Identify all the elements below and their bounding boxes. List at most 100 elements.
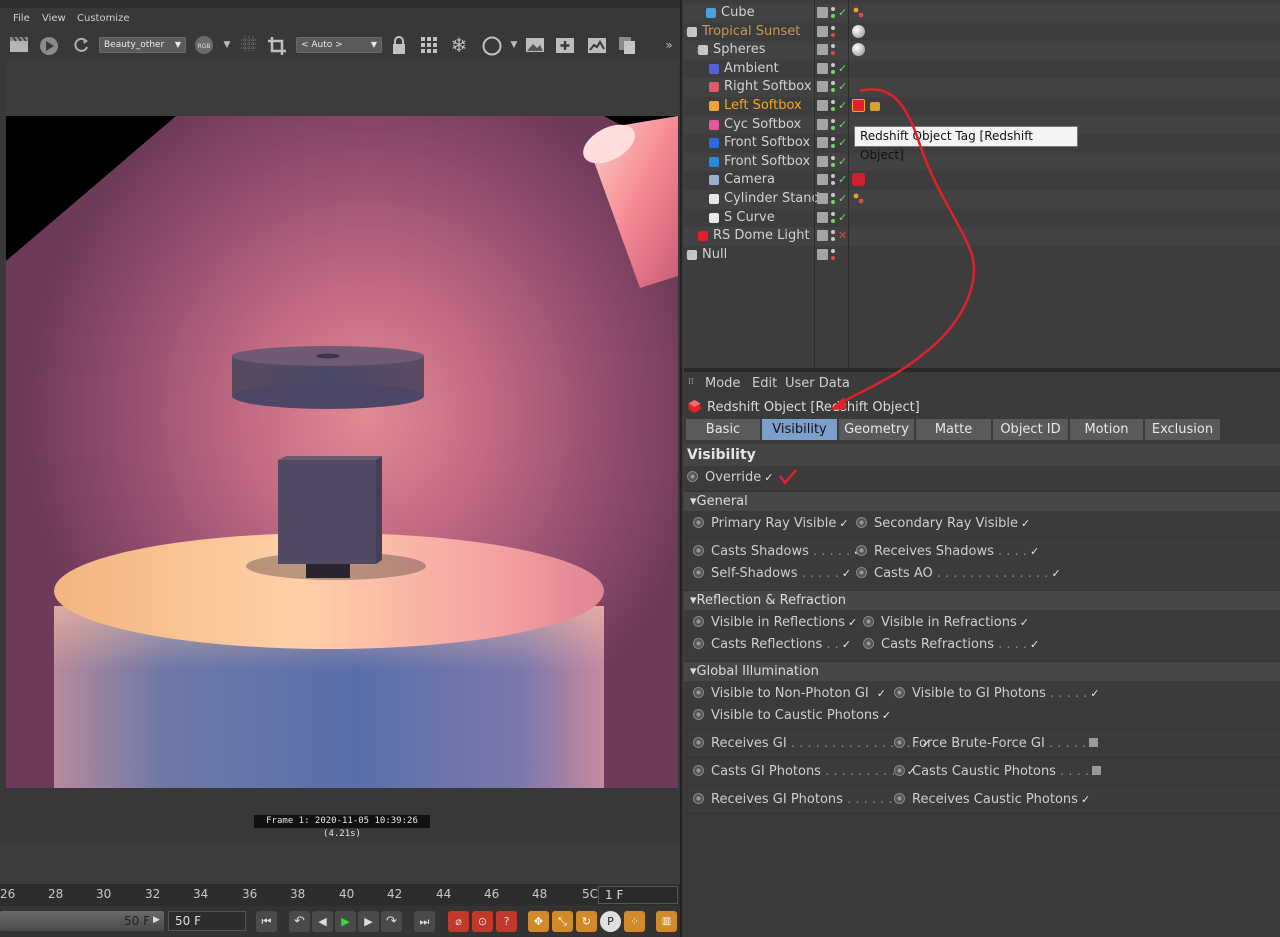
animate-radio-icon[interactable] (856, 545, 867, 556)
visible-refractions-checkbox[interactable]: ✓ (1020, 616, 1029, 629)
refresh-icon[interactable] (70, 35, 92, 55)
circle-icon[interactable] (481, 35, 503, 56)
object-name[interactable]: Front Softbox (724, 153, 810, 171)
object-row[interactable]: Front Softbox ✓ (684, 152, 1280, 172)
object-name[interactable]: Left Softbox (724, 97, 802, 115)
timeline-window-button[interactable]: ▥ (656, 911, 677, 932)
key-rotation-button[interactable]: ↻ (576, 911, 597, 932)
receives-caustic-photons-checkbox[interactable]: ✓ (1081, 793, 1090, 806)
tab-object-id[interactable]: Object ID (993, 419, 1069, 440)
secondary-ray-checkbox[interactable]: ✓ (1021, 517, 1030, 530)
grid-overlay-icon[interactable] (238, 35, 260, 55)
autokey-button[interactable]: ⊙ (472, 911, 493, 932)
object-row[interactable]: Ambient ✓ (684, 59, 1280, 79)
editor-visibility-dot[interactable] (831, 62, 835, 67)
menu-file[interactable]: File (13, 13, 30, 24)
visible-gi-photons-checkbox[interactable]: ✓ (1090, 687, 1099, 700)
menu-edit[interactable]: Edit (752, 376, 777, 391)
tab-exclusion[interactable]: Exclusion (1145, 419, 1221, 440)
group-general[interactable]: ▾General (684, 491, 1280, 511)
key-position-button[interactable]: ✥ (528, 911, 549, 932)
animate-radio-icon[interactable] (687, 471, 698, 482)
keyframe-help-button[interactable]: ? (496, 911, 517, 932)
param-receives-gi-photons[interactable]: Receives GI Photons . . . . . .✓ (693, 791, 905, 809)
record-keys-button[interactable]: ⌀ (448, 911, 469, 932)
object-row[interactable]: Cube ✓ (684, 4, 1280, 23)
copy-icon[interactable] (616, 35, 638, 55)
param-casts-caustic-photons[interactable]: Casts Caustic Photons . . . . (894, 763, 1102, 781)
animate-radio-icon[interactable] (693, 687, 704, 698)
object-row[interactable]: Spheres ⊞ (684, 41, 1280, 60)
preview-range-slider[interactable]: 50 F (0, 911, 164, 931)
play-render-icon[interactable] (38, 35, 60, 55)
expand-icon[interactable]: ⊞ (697, 42, 705, 60)
chevron-down-icon[interactable]: ▼ (503, 35, 525, 55)
animate-radio-icon[interactable] (693, 545, 704, 556)
object-name[interactable]: Camera (724, 171, 775, 189)
layer-icon[interactable] (817, 25, 828, 37)
visible-nonphoton-gi-checkbox[interactable]: ✓ (877, 687, 886, 700)
param-visible-caustic-photons[interactable]: Visible to Caustic Photons ✓ (693, 707, 891, 725)
param-receives-shadows[interactable]: Receives Shadows . . . . ✓ (856, 543, 1039, 561)
casts-ao-checkbox[interactable]: ✓ (1051, 567, 1060, 580)
param-casts-reflections[interactable]: Casts Reflections . . ✓ (693, 636, 851, 654)
go-to-end-button[interactable]: ⏭ (414, 911, 435, 932)
menu-customize[interactable]: Customize (77, 13, 130, 24)
render-visibility-dot[interactable] (831, 51, 835, 56)
visibility-dots-icon[interactable] (831, 62, 835, 76)
object-row[interactable]: Cylinder Stand ✓ (684, 190, 1280, 209)
override-checkbox[interactable]: ✓ (764, 471, 773, 484)
param-visible-nonphoton-gi[interactable]: Visible to Non-Photon GI ✓ (693, 685, 886, 703)
object-name[interactable]: Ambient (724, 60, 779, 78)
render-visibility-dot[interactable] (831, 14, 835, 18)
animate-radio-icon[interactable] (693, 709, 704, 720)
visible-caustic-photons-checkbox[interactable]: ✓ (882, 709, 891, 722)
animate-radio-icon[interactable] (894, 687, 905, 698)
casts-refractions-checkbox[interactable]: ✓ (1030, 638, 1039, 651)
tab-basic[interactable]: Basic (686, 419, 761, 440)
param-primary-ray[interactable]: Primary Ray Visible ✓ (693, 515, 849, 533)
casts-reflections-checkbox[interactable]: ✓ (842, 638, 851, 651)
lock-icon[interactable] (388, 35, 410, 55)
object-name[interactable]: S Curve (724, 209, 775, 227)
tab-visibility[interactable]: Visibility (762, 419, 838, 440)
group-global-illumination[interactable]: ▾Global Illumination (684, 661, 1280, 681)
casts-caustic-photons-checkbox[interactable] (1092, 766, 1102, 775)
tiles-icon[interactable] (418, 35, 440, 55)
param-casts-refractions[interactable]: Casts Refractions . . . . ✓ (863, 636, 1039, 654)
animate-radio-icon[interactable] (863, 616, 874, 627)
param-casts-ao[interactable]: Casts AO . . . . . . . . . . . . . . ✓ (856, 565, 1061, 583)
receives-shadows-checkbox[interactable]: ✓ (1030, 545, 1039, 558)
visibility-dots-icon[interactable] (831, 6, 835, 20)
crop-region-icon[interactable] (266, 35, 288, 55)
more-tools-button[interactable]: » (662, 35, 676, 55)
material-tag-icon[interactable] (852, 24, 865, 38)
zoom-select[interactable]: < Auto > ▼ (296, 37, 382, 53)
layer-icon[interactable] (817, 62, 828, 74)
chevron-down-icon[interactable]: ▼ (216, 35, 238, 55)
object-name[interactable]: RS Dome Light (713, 227, 810, 245)
render-visibility-dot[interactable] (831, 32, 835, 37)
expand-icon[interactable]: ⊞ (686, 24, 694, 42)
animate-radio-icon[interactable] (693, 567, 704, 578)
object-name[interactable]: Null (702, 246, 727, 264)
visibility-dots-icon[interactable] (831, 25, 835, 39)
render-visibility-dot[interactable] (831, 69, 835, 74)
next-key-button[interactable]: ↷ (381, 911, 402, 932)
force-bruteforce-checkbox[interactable] (1089, 738, 1099, 747)
layer-icon[interactable] (817, 7, 828, 18)
object-row[interactable]: Left Softbox ✓ (684, 97, 1280, 116)
object-name[interactable]: Cube (721, 4, 755, 22)
object-name[interactable]: Right Softbox (724, 78, 812, 96)
object-name[interactable]: Front Softbox (724, 134, 810, 152)
material-tag-icon[interactable] (852, 43, 865, 57)
animate-radio-icon[interactable] (894, 765, 905, 776)
current-frame-field[interactable]: 1 F (598, 886, 678, 904)
animate-radio-icon[interactable] (856, 567, 867, 578)
param-casts-shadows[interactable]: Casts Shadows . . . . .✓ (693, 543, 862, 561)
tag-icon[interactable] (852, 6, 865, 19)
visible-reflections-checkbox[interactable]: ✓ (848, 616, 857, 629)
step-back-button[interactable]: ◀ (312, 911, 333, 932)
timeline-ruler[interactable]: 26 28 30 32 34 36 38 40 42 44 46 48 5C 1… (0, 884, 680, 906)
param-force-bruteforce-gi[interactable]: Force Brute-Force GI . . . . . (894, 735, 1099, 753)
